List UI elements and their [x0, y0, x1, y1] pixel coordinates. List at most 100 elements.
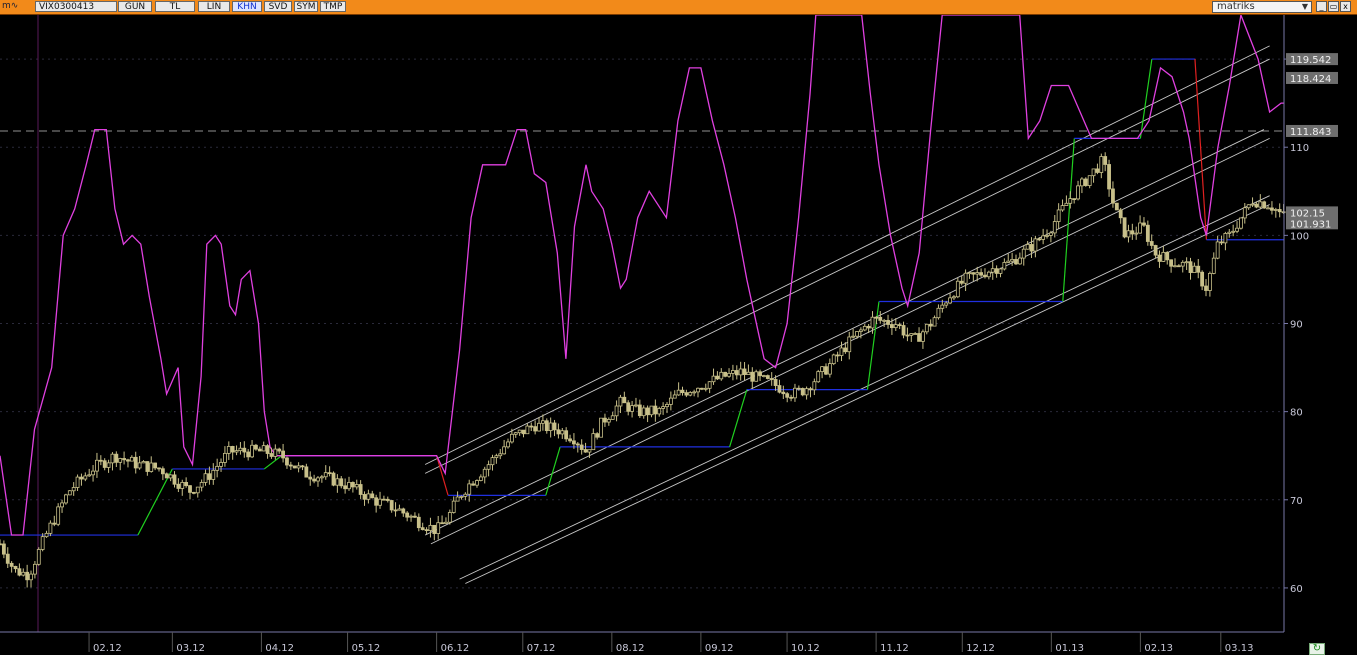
candle-body	[339, 478, 344, 487]
candle-body	[71, 487, 76, 492]
candle-body	[742, 368, 747, 375]
candle-body	[98, 459, 103, 462]
candle-body	[203, 473, 208, 483]
candle-body	[657, 408, 662, 415]
title-bar: m∿ VIX0300413 GUN TL LIN KHN SVD SYM TMP…	[0, 0, 1357, 15]
candle-body	[568, 438, 572, 442]
candle-body	[909, 333, 914, 336]
candle-body	[637, 404, 642, 417]
candle-body	[552, 422, 557, 431]
candle-body	[603, 417, 607, 423]
candle-body	[362, 494, 367, 500]
currency-button-tl[interactable]: TL	[155, 1, 195, 12]
candle-body	[459, 495, 464, 498]
candle-body	[509, 433, 514, 443]
candle-body	[719, 371, 724, 380]
y-tick-label: 110	[1290, 143, 1309, 154]
candle-body	[579, 444, 584, 450]
candle-body	[1262, 201, 1267, 209]
candle-body	[110, 453, 115, 464]
price-chart[interactable]: 60708090100110120 02.1203.1204.1205.1206…	[0, 15, 1357, 655]
candlesticks	[0, 152, 1286, 588]
candle-body	[1025, 244, 1030, 250]
minimize-button[interactable]: _	[1316, 1, 1327, 12]
candle-body	[285, 457, 289, 466]
template-button-tmp[interactable]: TMP	[320, 1, 346, 12]
candle-body	[1107, 164, 1111, 190]
candle-body	[921, 331, 925, 342]
candle-body	[191, 491, 196, 494]
candle-body	[316, 477, 320, 482]
candle-body	[56, 506, 61, 525]
candle-body	[668, 397, 673, 405]
candle-body	[397, 508, 402, 511]
candle-body	[52, 522, 57, 525]
candle-body	[1, 543, 6, 555]
candle-body	[1029, 244, 1034, 252]
candle-body	[548, 422, 553, 432]
candle-body	[106, 462, 111, 468]
candle-body	[932, 317, 937, 327]
trend-channels	[424, 45, 1270, 584]
candle-body	[1056, 209, 1061, 222]
symbol-field[interactable]: VIX0300413	[35, 1, 117, 12]
candle-body	[521, 429, 526, 435]
close-button[interactable]: x	[1340, 1, 1351, 12]
candle-body	[727, 372, 731, 377]
button-sym[interactable]: SYM	[294, 1, 318, 12]
candle-body	[653, 405, 658, 415]
scale-button-lin[interactable]: LIN	[198, 1, 230, 12]
candle-body	[711, 375, 716, 383]
candle-body	[211, 469, 216, 480]
candle-body	[25, 571, 30, 581]
timeframe-button-gun[interactable]: GUN	[118, 1, 152, 12]
candle-body	[1064, 202, 1069, 206]
candle-body	[312, 478, 317, 482]
price-labels: 119.542118.424111.843102.15101.931	[1286, 53, 1338, 230]
chart-type-button-khn[interactable]: KHN	[232, 1, 262, 12]
candle-body	[358, 484, 363, 495]
candle-body	[560, 430, 565, 435]
candle-body	[684, 392, 689, 396]
refresh-icon[interactable]: ↻	[1309, 643, 1325, 655]
candle-body	[95, 459, 99, 472]
candle-body	[1045, 234, 1049, 237]
candle-body	[1083, 178, 1088, 186]
candle-body	[498, 453, 503, 457]
candle-body	[1196, 265, 1201, 273]
candle-body	[913, 333, 918, 335]
candle-body	[723, 371, 728, 377]
candle-body	[265, 445, 270, 454]
candle-body	[734, 370, 739, 376]
candle-body	[1277, 209, 1282, 213]
candle-body	[796, 387, 801, 390]
candle-body	[649, 405, 654, 416]
x-tick-label: 01.13	[1055, 643, 1084, 654]
y-axis: 60708090100110120	[1283, 15, 1309, 632]
candle-body	[149, 462, 154, 472]
matriks-window-icon: m∿	[2, 1, 19, 11]
button-svd[interactable]: SVD	[264, 1, 292, 12]
candle-body	[583, 449, 588, 453]
candle-body	[1002, 262, 1007, 270]
restore-button[interactable]: ▭	[1328, 1, 1339, 12]
candle-body	[254, 444, 258, 450]
candle-body	[1017, 257, 1022, 265]
candle-body	[750, 371, 755, 382]
candle-body	[1200, 271, 1205, 287]
candle-body	[862, 325, 867, 331]
brand-dropdown[interactable]: matriks ▼	[1212, 1, 1312, 13]
candle-body	[1169, 259, 1174, 267]
candle-body	[1087, 175, 1092, 186]
candle-body	[1014, 259, 1018, 265]
candle-body	[1231, 230, 1236, 233]
candle-body	[986, 271, 991, 278]
x-axis: 02.12 03.12 04.12 05.12 06.12 07.12 08.12 09.12…	[0, 631, 1284, 654]
candle-body	[672, 394, 677, 399]
candle-body	[296, 465, 301, 469]
candle-body	[777, 385, 782, 393]
candle-body	[1091, 168, 1096, 177]
candle-body	[765, 375, 770, 379]
candle-body	[79, 476, 84, 480]
candle-body	[572, 440, 576, 445]
